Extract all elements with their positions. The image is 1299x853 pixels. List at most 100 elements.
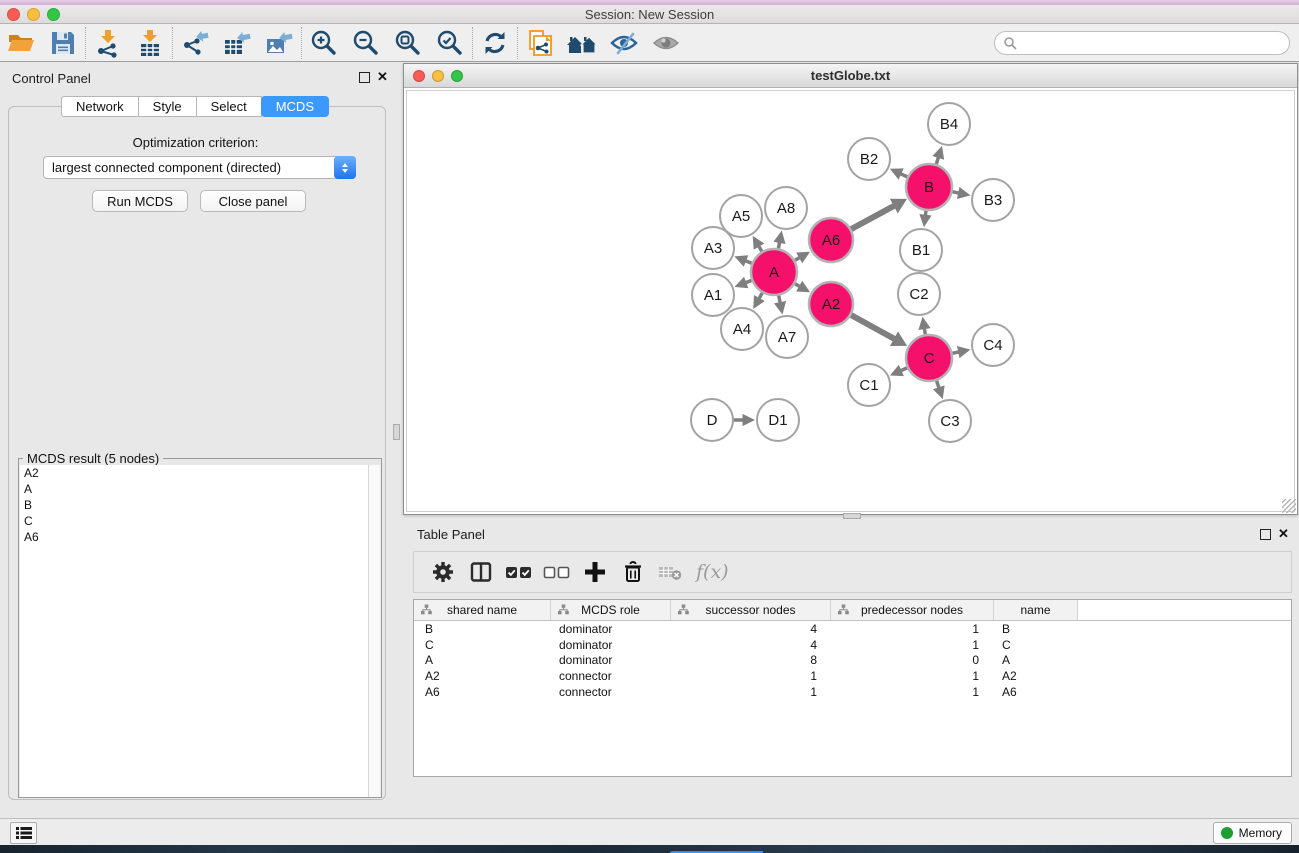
column-header-mcds-role[interactable]: MCDS role [551,600,671,620]
search-icon [1003,36,1017,50]
close-panel-button[interactable]: Close panel [200,190,306,212]
zoom-in-icon[interactable] [303,26,345,60]
table-row[interactable]: Adominator80A [414,652,1291,668]
search-field[interactable] [994,31,1290,55]
table-cell: 1 [671,685,831,699]
float-panel-icon[interactable] [359,72,370,83]
graph-node-label: C [924,350,935,367]
table-row[interactable]: Bdominator41B [414,621,1291,637]
export-image-icon[interactable] [258,26,300,60]
zoom-out-icon[interactable] [345,26,387,60]
column-header-shared-name[interactable]: shared name [414,600,551,620]
function-builder-button[interactable]: f(x) [696,561,729,583]
column-type-icon [678,604,689,618]
table-toolbar: f(x) [413,551,1292,593]
graph-node-label: A8 [777,200,795,217]
column-type-icon [421,604,432,618]
tab-network[interactable]: Network [61,96,139,117]
main-toolbar [0,24,1299,62]
criterion-value: largest connected component (directed) [44,160,334,175]
graph-node-label: B4 [940,116,958,133]
column-header-successor-nodes[interactable]: successor nodes [671,600,831,620]
table-cell: B [414,622,551,636]
toolbar-separator [301,27,302,59]
show-all-icon[interactable] [645,26,687,60]
graph-node-label: B [924,179,934,196]
table-row[interactable]: A2connector11A2 [414,668,1291,684]
resize-grip-icon[interactable] [1282,499,1296,513]
create-column-plus-icon[interactable] [576,554,614,590]
graph-edge-arrowhead [773,231,785,244]
graph-edge-arrowhead [774,301,786,314]
search-input[interactable] [1022,34,1289,52]
mcds-list-scrollbar[interactable] [368,465,380,797]
table-cell: 8 [671,653,831,667]
mcds-result-item[interactable]: A [20,481,370,497]
close-table-panel-icon[interactable]: ✕ [1278,526,1289,542]
panel-list-button[interactable] [10,822,37,844]
tab-select[interactable]: Select [196,96,262,117]
export-table-icon[interactable] [216,26,258,60]
vertical-splitter-handle[interactable] [393,424,400,440]
delete-table-icon[interactable] [652,554,690,590]
dropdown-stepper-icon [334,156,356,179]
table-row[interactable]: Cdominator41C [414,637,1291,653]
mcds-result-item[interactable]: B [20,497,370,513]
table-cell: dominator [551,638,671,652]
mcds-result-item[interactable]: A2 [20,465,370,481]
status-bar: Memory [0,818,1299,845]
open-session-icon[interactable] [0,26,42,60]
column-header-name[interactable]: name [994,600,1078,620]
node-table-header: shared name MCDS role successor nodes pr… [414,600,1291,621]
table-cell: A6 [414,685,551,699]
table-cell: 1 [831,622,994,636]
import-table-icon[interactable] [129,26,171,60]
table-cell: A2 [994,669,1078,683]
mcds-result-title: MCDS result (5 nodes) [23,451,163,466]
hide-selected-icon[interactable] [603,26,645,60]
column-type-icon [838,604,849,618]
show-column-panel-icon[interactable] [462,554,500,590]
memory-label: Memory [1239,826,1282,840]
toolbar-separator [472,27,473,59]
table-cell: 4 [671,638,831,652]
graph-edge[interactable] [849,205,896,230]
deselect-all-checkboxes-icon[interactable] [538,554,576,590]
network-window-titlebar[interactable]: testGlobe.txt [404,64,1297,88]
tab-mcds[interactable]: MCDS [261,96,329,117]
table-cell: connector [551,669,671,683]
delete-column-trash-icon[interactable] [614,554,652,590]
table-cell: dominator [551,653,671,667]
float-table-panel-icon[interactable] [1260,529,1271,540]
run-mcds-button[interactable]: Run MCDS [92,190,188,212]
table-settings-gear-icon[interactable] [424,554,462,590]
memory-button[interactable]: Memory [1213,822,1292,844]
graph-edge-arrowhead [932,146,944,160]
table-cell: dominator [551,622,671,636]
mcds-result-item[interactable]: C [20,513,370,529]
column-header-predecessor-nodes[interactable]: predecessor nodes [831,600,994,620]
graph-edge[interactable] [849,314,896,340]
export-network-icon[interactable] [174,26,216,60]
graph-node-label: C3 [940,413,959,430]
select-all-checkboxes-icon[interactable] [500,554,538,590]
zoom-fit-icon[interactable] [387,26,429,60]
control-panel: Control Panel ✕ Network Style Select MCD… [0,62,391,818]
graph-node-label: B3 [984,192,1002,209]
mcds-result-item[interactable]: A6 [20,529,370,545]
graph-node-label: A5 [732,208,750,225]
close-panel-icon[interactable]: ✕ [377,69,388,85]
graph-node-label: A4 [733,321,751,338]
zoom-selected-icon[interactable] [429,26,471,60]
network-canvas[interactable]: B4B2BB3A5A8A6A3AB1A1C2A2A4A7CC4C1C3DD1 [406,90,1295,512]
column-type-icon [558,604,569,618]
import-network-icon[interactable] [87,26,129,60]
table-row[interactable]: A6connector11A6 [414,684,1291,700]
mcds-result-list[interactable]: A2ABCA6 [20,465,370,797]
criterion-dropdown[interactable]: largest connected component (directed) [43,156,356,179]
refresh-icon[interactable] [474,26,516,60]
home-view-icon[interactable] [561,26,603,60]
tab-style[interactable]: Style [138,96,197,117]
duplicate-network-icon[interactable] [519,26,561,60]
save-session-icon[interactable] [42,26,84,60]
